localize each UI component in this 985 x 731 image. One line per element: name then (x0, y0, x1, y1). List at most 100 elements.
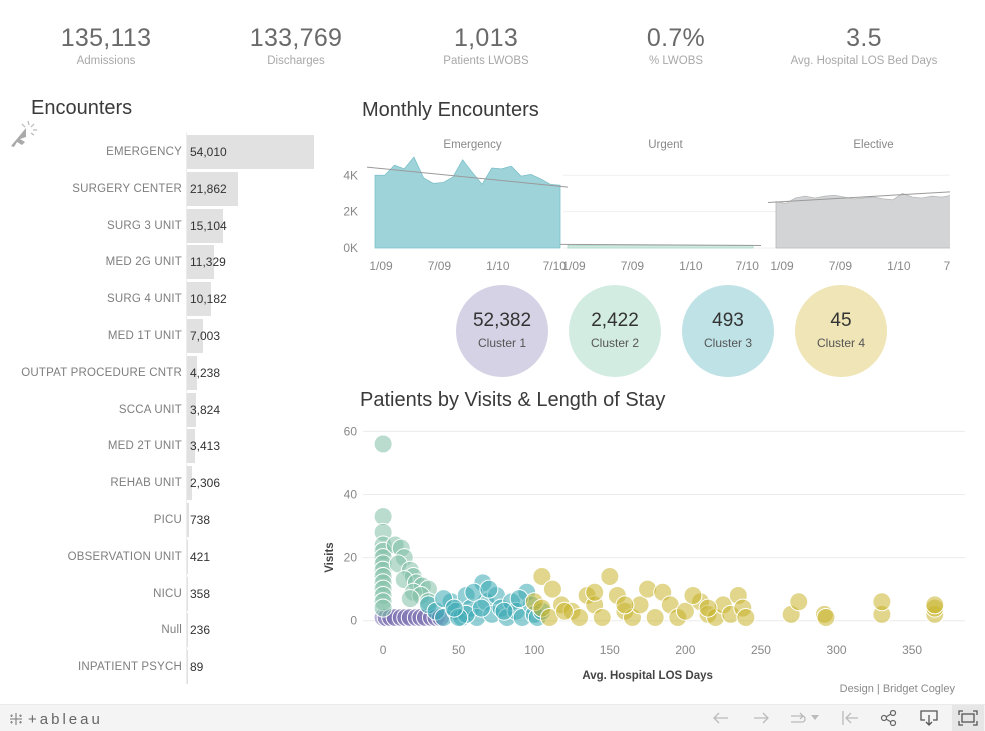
x-tick-label: 1/09 (562, 259, 586, 273)
encounter-row[interactable]: NICU 358 (0, 576, 330, 611)
x-tick-label: 7/09 (428, 259, 452, 273)
share-button[interactable] (876, 708, 902, 728)
monthly-encounters-chart: 0K 2K 4K Emergency 1/09 7/09 1/10 7/10 Urgent 1/0… (343, 139, 950, 273)
download-button[interactable] (916, 708, 942, 728)
kpi-label: Discharges (267, 55, 325, 67)
encounter-value: 89 (190, 660, 204, 675)
scatter-point (373, 434, 393, 454)
redo-button[interactable] (748, 708, 774, 728)
x-tick-label: 7/09 (621, 259, 645, 273)
encounter-row[interactable]: OBSERVATION UNIT 421 (0, 539, 330, 574)
kpi-label: % LWOBS (648, 55, 704, 67)
encounter-row[interactable]: SCCA UNIT 3,824 (0, 392, 330, 427)
scatter-point (592, 608, 612, 628)
kpi-value: 135,113 (60, 24, 152, 52)
kpi-value: 133,769 (249, 24, 343, 52)
x-tick-label: 200 (675, 643, 695, 657)
kpi-discharges: 133,769 Discharges (250, 22, 342, 68)
scatter-point (615, 595, 635, 615)
cluster-1-bubble[interactable]: 52,382 Cluster 1 (456, 285, 548, 377)
encounter-value: 358 (190, 586, 211, 601)
encounter-value: 11,329 (190, 255, 226, 270)
encounter-row[interactable]: EMERGENCY 54,010 (0, 135, 330, 169)
y-tick-label: 0 (350, 614, 357, 628)
y-axis-label: Visits (324, 542, 336, 572)
scatter-point (542, 579, 562, 599)
cluster-4-bubble[interactable]: 45 Cluster 4 (795, 285, 887, 377)
encounter-label: PICU (153, 514, 182, 526)
reset-button[interactable] (837, 708, 863, 728)
panel-header: Urgent (648, 139, 683, 151)
encounter-row[interactable]: SURG 3 UNIT 15,104 (0, 208, 330, 243)
undo-button[interactable] (708, 708, 734, 728)
kpi-pct-lwobs: 0.7% % LWOBS (647, 22, 705, 68)
kpi-row: 135,113 Admissions 133,769 Discharges 1,… (0, 22, 985, 77)
encounter-row[interactable]: MED 2G UNIT 11,329 (0, 245, 330, 280)
x-tick-label: 1/10 (887, 259, 911, 273)
scatter-title: Patients by Visits & Length of Stay (360, 389, 666, 411)
y-tick-label: 2K (343, 205, 358, 219)
scatter-point (925, 595, 945, 615)
cluster-value: 2,422 (591, 310, 639, 331)
encounter-value: 7,003 (190, 329, 221, 343)
encounter-bar[interactable] (187, 650, 188, 685)
kpi-label: Admissions (76, 55, 136, 67)
encounter-row[interactable]: Null 236 (0, 613, 330, 648)
cluster-value: 52,382 (472, 310, 532, 331)
x-tick-label: 7/10 (944, 259, 950, 273)
kpi-value: 1,013 (453, 24, 519, 52)
x-tick-label: 150 (600, 643, 620, 657)
encounter-value: 738 (190, 513, 211, 527)
scatter-point (683, 585, 703, 605)
share-icon (880, 710, 897, 726)
encounter-row[interactable]: REHAB UNIT 2,306 (0, 466, 330, 501)
x-tick-label: 1/10 (486, 259, 510, 273)
panel-header: Emergency (443, 139, 501, 151)
encounter-bar[interactable] (187, 613, 188, 648)
encounter-label: REHAB UNIT (110, 477, 182, 490)
visits-los-scatter-chart: 0 20 40 60 0 50 100 150 200 250 300 350 Avg. Hospita… (324, 424, 965, 682)
x-axis-label: Avg. Hospital LOS Days (582, 670, 713, 682)
encounter-value: 4,238 (190, 365, 221, 380)
x-tick-label: 7/10 (736, 259, 760, 273)
tableau-logo[interactable]: +ableau (8, 709, 103, 729)
tableau-logo-icon (10, 713, 22, 725)
encounter-label: EMERGENCY (106, 146, 182, 158)
encounter-label: MED 2T UNIT (107, 440, 182, 453)
scatter-point (698, 598, 718, 618)
scatter-point (554, 601, 574, 621)
cluster-2-bubble[interactable]: 2,422 Cluster 2 (569, 285, 661, 377)
encounter-row[interactable]: SURGERY CENTER 21,862 (0, 171, 330, 206)
x-tick-label: 300 (827, 643, 847, 657)
encounters-title: Encounters (31, 97, 133, 119)
y-tick-label: 40 (344, 487, 358, 501)
arrow-right-icon (754, 712, 769, 724)
encounter-label: SURGERY CENTER (72, 182, 182, 195)
cluster-label: Cluster 4 (816, 336, 866, 350)
cluster-4-points (524, 567, 945, 628)
encounter-row[interactable]: PICU 738 (0, 503, 330, 537)
cluster-label: Cluster 3 (703, 336, 753, 350)
encounter-label: MED 1T UNIT (107, 330, 182, 342)
caret-down-icon (811, 715, 819, 720)
encounter-label: NICU (153, 587, 182, 600)
cluster-3-bubble[interactable]: 493 Cluster 3 (682, 285, 774, 377)
encounter-bar[interactable] (187, 503, 189, 537)
cluster-2-points (373, 434, 438, 618)
fullscreen-button[interactable] (952, 705, 984, 731)
encounter-bar[interactable] (187, 576, 188, 611)
encounter-value: 15,104 (190, 218, 227, 233)
encounter-bar[interactable] (187, 539, 188, 574)
kpi-label: Avg. Hospital LOS Bed Days (790, 55, 938, 67)
encounter-row[interactable]: SURG 4 UNIT 10,182 (0, 282, 330, 317)
encounter-row[interactable]: MED 2T UNIT 3,413 (0, 429, 330, 464)
scatter-point (479, 579, 499, 599)
encounter-row[interactable]: MED 1T UNIT 7,003 (0, 319, 330, 353)
encounter-row[interactable]: INPATIENT PSYCH 89 (0, 650, 330, 685)
kpi-patients-lwobs: 1,013 Patients LWOBS (443, 22, 528, 68)
encounter-label: OBSERVATION UNIT (67, 550, 182, 563)
encounter-row[interactable]: OUTPAT PROCEDURE CNTR 4,238 (0, 355, 330, 390)
revert-menu-button[interactable] (808, 708, 822, 728)
download-icon (920, 710, 938, 726)
x-tick-label: 7/09 (829, 259, 853, 273)
